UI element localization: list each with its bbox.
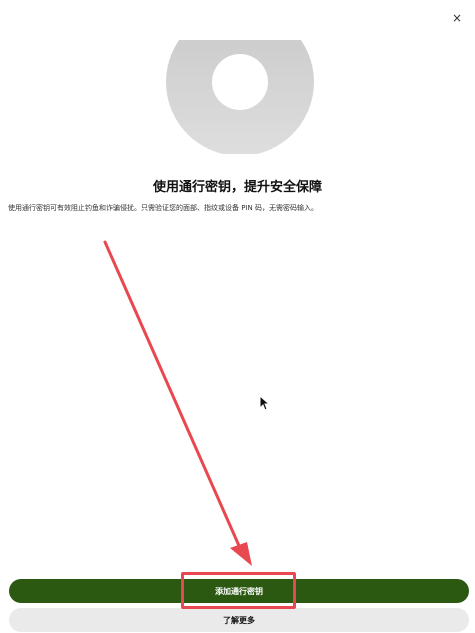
passkey-illustration-icon: [166, 40, 314, 154]
add-passkey-button[interactable]: 添加通行密钥: [9, 579, 469, 603]
dialog-description: 使用通行密钥可有效阻止钓鱼和诈骗侵扰。只需验证您的面部、指纹或设备 PIN 码，…: [8, 204, 318, 212]
learn-more-button[interactable]: 了解更多: [9, 608, 469, 632]
learn-more-button-label: 了解更多: [223, 615, 255, 625]
dialog-title: 使用通行密钥，提升安全保障: [152, 180, 322, 195]
mouse-pointer-icon: [259, 395, 271, 411]
close-icon: ×: [451, 11, 463, 25]
add-passkey-button-label: 添加通行密钥: [215, 586, 263, 596]
close-button[interactable]: ×: [449, 10, 465, 26]
passkey-dialog: × 使用通行密钥，提升安全保障 使用通行密钥可有效阻止钓鱼和诈骗侵扰。只需验证您…: [0, 0, 475, 633]
